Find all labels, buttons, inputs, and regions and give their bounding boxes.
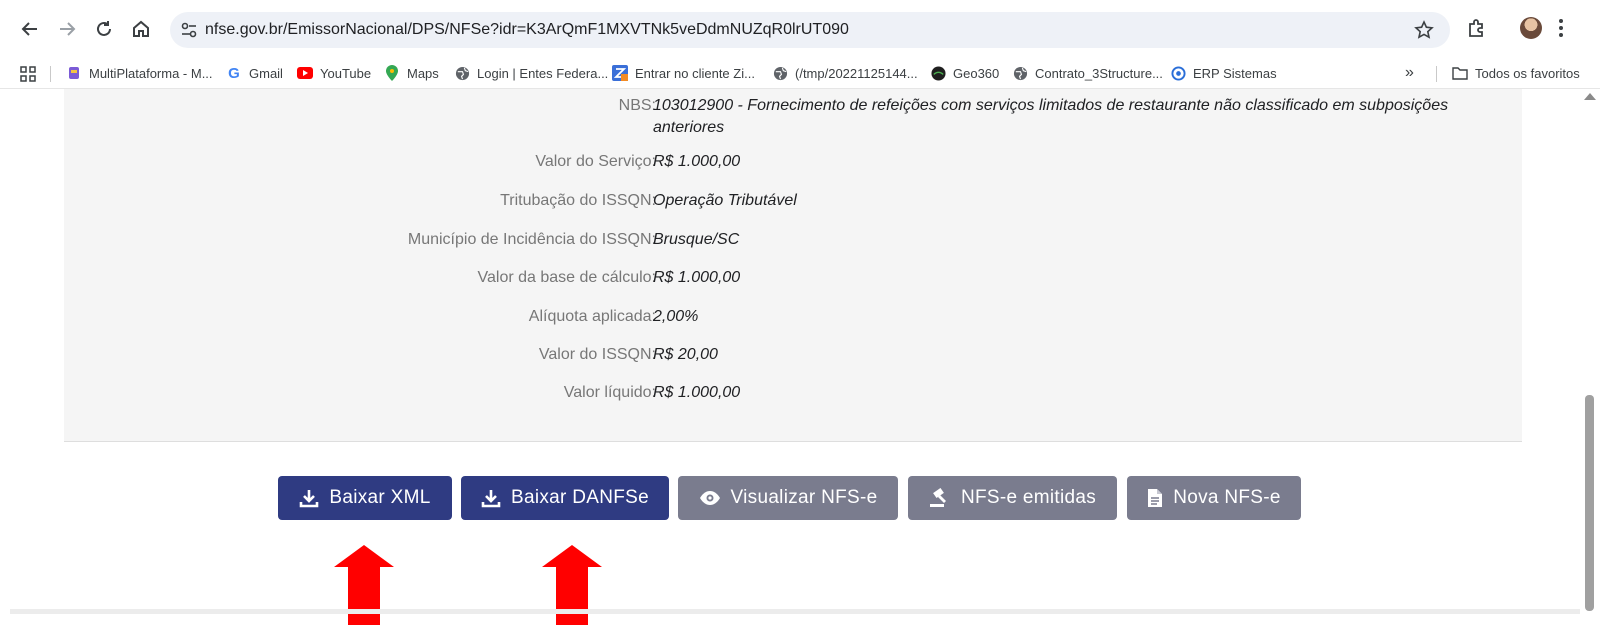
nova-nfse-button[interactable]: Nova NFS-e xyxy=(1127,476,1301,520)
google-icon: G xyxy=(228,64,240,82)
visualizar-nfse-button[interactable]: Visualizar NFS-e xyxy=(678,476,898,520)
folder-icon xyxy=(1452,65,1468,81)
detail-label: NBS: xyxy=(618,97,656,114)
bookmark-label: (/tmp/20221125144... xyxy=(795,65,918,81)
bookmark-label: YouTube xyxy=(320,65,372,81)
bookmark-label: Maps xyxy=(407,65,439,81)
bookmark-label: Login | Entes Federa... xyxy=(477,65,609,81)
bookmark-geo360[interactable]: Geo360 xyxy=(930,64,999,82)
bookmark-label: Contrato_3Structure... xyxy=(1035,65,1163,81)
annotation-arrow-icon xyxy=(542,545,602,625)
gavel-icon xyxy=(929,488,946,507)
download-icon xyxy=(300,490,319,508)
reload-icon[interactable] xyxy=(89,14,119,44)
bookmark-label: Geo360 xyxy=(953,65,1000,81)
annotation-arrow-icon xyxy=(334,545,394,625)
bookmarks-divider xyxy=(1436,66,1437,82)
bookmark-label: Gmail xyxy=(249,65,283,81)
apps-grid-icon[interactable] xyxy=(20,66,36,82)
document-icon xyxy=(1148,489,1163,507)
back-icon[interactable] xyxy=(15,14,45,44)
bookmark-gmail[interactable]: G Gmail xyxy=(226,64,283,82)
detail-label: Valor do Serviço: xyxy=(535,153,656,170)
overflow-chevron-icon: » xyxy=(1405,64,1414,81)
bookmarks-overflow-button[interactable]: » xyxy=(1405,64,1414,82)
bookmark-erp[interactable]: ERP Sistemas xyxy=(1170,64,1277,82)
detail-value: R$ 1.000,00 xyxy=(653,269,741,286)
detail-value: Operação Tributável xyxy=(653,192,797,209)
profile-avatar[interactable] xyxy=(1520,17,1542,39)
button-label: Baixar DANFSe xyxy=(511,487,649,508)
bookmark-login-entes[interactable]: Login | Entes Federa... xyxy=(454,64,608,82)
nfse-emitidas-button[interactable]: NFS-e emitidas xyxy=(908,476,1117,520)
detail-label: Alíquota aplicada: xyxy=(528,308,656,325)
button-label: NFS-e emitidas xyxy=(960,487,1097,508)
globe-icon xyxy=(772,65,788,81)
button-label: Nova NFS-e xyxy=(1173,487,1281,508)
url-text[interactable]: nfse.gov.br/EmissorNacional/DPS/NFSe?idr… xyxy=(205,21,849,39)
zimbra-icon xyxy=(612,65,628,81)
forward-icon[interactable] xyxy=(52,14,82,44)
detail-label: Tritubação do ISSQN: xyxy=(500,192,656,209)
bookmark-tmp[interactable]: (/tmp/20221125144... xyxy=(772,64,918,82)
bookmark-zimbra[interactable]: Entrar no cliente Zi... xyxy=(612,64,755,82)
detail-value: Brusque/SC xyxy=(653,231,740,248)
erp-icon xyxy=(1170,65,1186,81)
all-bookmarks-button[interactable]: Todos os favoritos xyxy=(1452,64,1580,82)
address-bar[interactable]: nfse.gov.br/EmissorNacional/DPS/NFSe?idr… xyxy=(170,12,1450,48)
page-scrollbar[interactable] xyxy=(1580,89,1600,611)
globe-icon xyxy=(1012,65,1028,81)
globe-icon xyxy=(454,65,470,81)
multiplataforma-icon xyxy=(66,65,82,81)
detail-label: Valor líquido: xyxy=(563,384,656,401)
youtube-icon xyxy=(297,65,313,81)
bookmark-maps[interactable]: Maps xyxy=(384,64,439,82)
baixar-xml-button[interactable]: Baixar XML xyxy=(278,476,452,520)
bookmarks-bar: MultiPlataforma - M... G Gmail YouTube M… xyxy=(0,58,1600,89)
detail-value: 103012900 - Fornecimento de refeições co… xyxy=(653,97,1449,136)
scrollbar-thumb[interactable] xyxy=(1585,395,1594,611)
bookmark-multiplataforma[interactable]: MultiPlataforma - M... xyxy=(66,64,213,82)
geo360-icon xyxy=(930,65,946,81)
bookmarks-divider xyxy=(50,66,51,82)
bookmark-youtube[interactable]: YouTube xyxy=(297,64,371,82)
extensions-icon[interactable] xyxy=(1466,18,1486,38)
scroll-up-arrow-icon[interactable] xyxy=(1584,93,1596,100)
button-label: Visualizar NFS-e xyxy=(730,487,878,508)
more-menu-icon[interactable] xyxy=(1558,16,1564,40)
footer-divider xyxy=(10,609,1580,614)
download-icon xyxy=(481,490,501,508)
detail-label: Valor do ISSQN: xyxy=(538,346,656,363)
bookmark-label: ERP Sistemas xyxy=(1193,65,1277,81)
bookmark-contrato[interactable]: Contrato_3Structure... xyxy=(1012,64,1163,82)
button-label: Baixar XML xyxy=(329,487,431,508)
bookmark-label: MultiPlataforma - M... xyxy=(89,65,213,81)
site-settings-icon[interactable] xyxy=(180,21,198,39)
eye-icon xyxy=(699,491,720,505)
detail-value: R$ 1.000,00 xyxy=(653,384,741,401)
detail-value: 2,00% xyxy=(653,308,699,325)
baixar-danfse-button[interactable]: Baixar DANFSe xyxy=(461,476,669,520)
detail-label: Valor da base de cálculo: xyxy=(477,269,656,286)
home-icon[interactable] xyxy=(126,14,156,44)
detail-value: R$ 1.000,00 xyxy=(653,153,741,170)
detail-label: Município de Incidência do ISSQN: xyxy=(407,231,656,248)
bookmark-label: Entrar no cliente Zi... xyxy=(635,65,755,81)
nfse-details-panel: NBS: 103012900 - Fornecimento de refeiçõ… xyxy=(64,89,1522,442)
detail-value: R$ 20,00 xyxy=(653,346,718,363)
bookmark-star-icon[interactable] xyxy=(1414,20,1434,40)
browser-toolbar: nfse.gov.br/EmissorNacional/DPS/NFSe?idr… xyxy=(0,0,1600,58)
all-bookmarks-label: Todos os favoritos xyxy=(1475,65,1580,81)
maps-pin-icon xyxy=(384,65,400,81)
